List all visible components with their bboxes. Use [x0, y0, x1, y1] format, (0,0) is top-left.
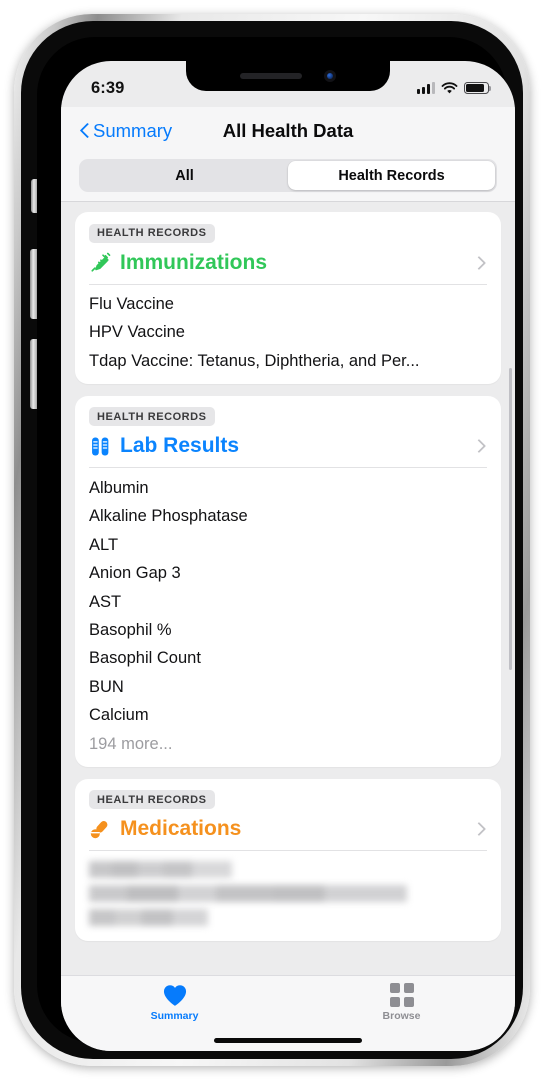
test-tubes-icon: [92, 437, 109, 456]
health-data-list[interactable]: HEALTH RECORDS Immunizations Flu Vaccine…: [61, 202, 515, 975]
back-button[interactable]: Summary: [79, 120, 172, 142]
list-item[interactable]: Basophil %: [75, 617, 501, 645]
earpiece-speaker-icon: [240, 73, 302, 79]
status-bar-indicators: [417, 81, 492, 95]
device-inner-body: 6:39 Summary All Health Data All Health …: [21, 21, 523, 1059]
nav-bar-separator: [61, 201, 515, 202]
screenshot-canvas: 6:39 Summary All Health Data All Health …: [0, 0, 544, 1080]
home-indicator[interactable]: [214, 1038, 362, 1043]
card-badge: HEALTH RECORDS: [89, 223, 215, 243]
list-item[interactable]: BUN: [75, 673, 501, 701]
list-item[interactable]: Basophil Count: [75, 645, 501, 673]
list-item[interactable]: Flu Vaccine: [75, 291, 501, 319]
tab-bar-label-summary: Summary: [150, 1010, 199, 1022]
device-notch: [186, 61, 390, 91]
card-badge: HEALTH RECORDS: [89, 790, 215, 810]
tab-bar-label-browse: Browse: [382, 1010, 421, 1022]
card-header-lab-results[interactable]: Lab Results: [75, 434, 501, 467]
cellular-bars-icon: [417, 82, 435, 94]
back-button-label: Summary: [93, 120, 173, 141]
redacted-line: [89, 909, 209, 927]
card-divider: [89, 850, 487, 852]
card-immunizations[interactable]: HEALTH RECORDS Immunizations Flu Vaccine…: [75, 212, 501, 384]
list-item[interactable]: Calcium: [75, 702, 501, 730]
status-bar-clock: 6:39: [91, 78, 125, 97]
segmented-control[interactable]: All Health Records: [79, 159, 497, 192]
card-title-immunizations: Immunizations: [120, 250, 268, 274]
tab-bar-item-summary[interactable]: Summary: [61, 983, 288, 1022]
chevron-right-icon[interactable]: [477, 255, 487, 271]
chevron-left-icon: [79, 122, 90, 140]
redacted-line: [89, 861, 233, 879]
syringe-icon: [91, 252, 111, 272]
chevron-right-icon[interactable]: [477, 821, 487, 837]
wifi-icon: [441, 81, 458, 93]
list-item[interactable]: Alkaline Phosphatase: [75, 503, 501, 531]
card-lab-results[interactable]: HEALTH RECORDS Lab Results Albumin Alkal…: [75, 395, 501, 767]
card-title-medications: Medications: [120, 817, 242, 841]
tab-bar-item-browse[interactable]: Browse: [288, 983, 515, 1022]
chevron-right-icon[interactable]: [477, 438, 487, 454]
list-item[interactable]: HPV Vaccine: [75, 319, 501, 347]
iphone-device-frame: 6:39 Summary All Health Data All Health …: [14, 14, 530, 1066]
list-item[interactable]: AST: [75, 588, 501, 616]
tab-all[interactable]: All: [81, 161, 288, 190]
pills-icon: [90, 820, 108, 838]
card-title-lab-results: Lab Results: [120, 434, 240, 458]
screen-bezel: 6:39 Summary All Health Data All Health …: [37, 37, 515, 1051]
list-item[interactable]: Tdap Vaccine: Tetanus, Diphtheria, and P…: [75, 347, 501, 375]
navigation-bar: Summary All Health Data: [61, 107, 515, 155]
card-header-immunizations[interactable]: Immunizations: [75, 251, 501, 284]
front-camera-icon: [324, 70, 336, 82]
redacted-line: [89, 885, 408, 903]
phone-screen: 6:39 Summary All Health Data All Health …: [61, 61, 515, 1051]
list-item[interactable]: Anion Gap 3: [75, 560, 501, 588]
list-item[interactable]: Albumin: [75, 474, 501, 502]
battery-icon: [464, 82, 492, 94]
card-medications[interactable]: HEALTH RECORDS Medications: [75, 778, 501, 942]
card-header-medications[interactable]: Medications: [75, 817, 501, 850]
more-items-label[interactable]: 194 more...: [75, 730, 501, 758]
segmented-control-container: All Health Records: [61, 155, 515, 202]
vertical-scrollbar[interactable]: [509, 368, 512, 670]
redacted-medications-content: [75, 857, 501, 927]
card-divider: [89, 467, 487, 469]
card-divider: [89, 283, 487, 285]
list-item[interactable]: ALT: [75, 531, 501, 559]
grid-icon: [389, 983, 414, 1007]
tab-health-records[interactable]: Health Records: [288, 161, 495, 190]
heart-icon: [163, 985, 186, 1006]
card-badge: HEALTH RECORDS: [89, 407, 215, 427]
